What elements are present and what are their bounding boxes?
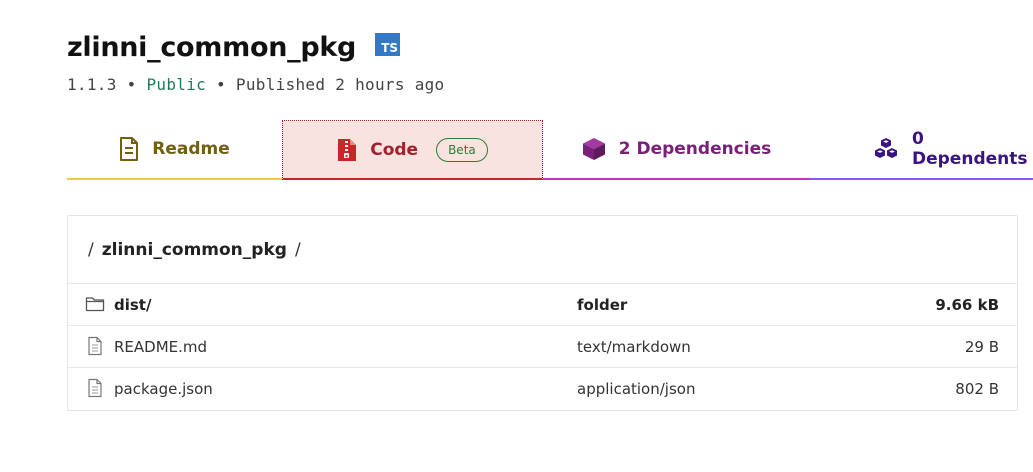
package-header: zlinni_common_pkg TS 1.1.3 • Public • Pu… [67, 28, 445, 94]
file-type: application/json [577, 380, 696, 398]
tab-dependents[interactable]: 0 Dependents [810, 120, 1033, 180]
tab-code[interactable]: Code Beta [282, 120, 543, 180]
package-published: Published 2 hours ago [235, 75, 445, 94]
tab-code-label: Code [370, 139, 419, 160]
breadcrumb-separator: / [88, 239, 94, 260]
file-browser: / zlinni_common_pkg / dist/ folder 9.66 … [67, 215, 1018, 411]
tab-readme-label: Readme [152, 139, 230, 159]
typescript-icon: TS [375, 32, 401, 56]
file-type: text/markdown [577, 337, 691, 356]
package-visibility: Public [146, 75, 207, 94]
file-icon [85, 378, 105, 398]
meta-separator: • [116, 75, 147, 94]
tab-dependents-label: 0 Dependents [912, 129, 1028, 169]
file-row[interactable]: README.md text/markdown 29 B [68, 326, 1017, 368]
file-name[interactable]: dist/ [114, 296, 151, 314]
code-zip-icon [337, 138, 357, 162]
package-name: zlinni_common_pkg [67, 32, 357, 63]
file-icon [85, 336, 105, 356]
box-icon [582, 137, 606, 161]
file-size: 29 B [964, 337, 999, 356]
file-type: folder [577, 295, 628, 314]
package-tabs: Readme Code Beta 2 Dependencies 0 Depend… [67, 120, 1033, 180]
beta-badge: Beta [436, 137, 488, 162]
tab-readme[interactable]: Readme [67, 120, 282, 180]
file-name[interactable]: README.md [114, 338, 207, 356]
package-version: 1.1.3 [67, 75, 117, 94]
package-title-row: zlinni_common_pkg TS [67, 28, 445, 68]
file-size: 9.66 kB [935, 295, 999, 314]
package-meta: 1.1.3 • Public • Published 2 hours ago [67, 75, 445, 94]
breadcrumb-package[interactable]: zlinni_common_pkg [102, 240, 287, 260]
folder-icon [85, 294, 105, 314]
meta-separator: • [206, 75, 236, 94]
file-row[interactable]: dist/ folder 9.66 kB [68, 284, 1017, 326]
file-size: 802 B [955, 380, 999, 398]
breadcrumb: / zlinni_common_pkg / [68, 216, 1017, 284]
readme-icon [119, 137, 139, 161]
file-row[interactable]: package.json application/json 802 B [68, 368, 1017, 410]
tab-dependencies[interactable]: 2 Dependencies [543, 120, 810, 180]
tab-dependencies-label: 2 Dependencies [618, 139, 772, 159]
file-name[interactable]: package.json [114, 380, 213, 398]
boxes-icon [873, 137, 899, 161]
breadcrumb-separator: / [294, 239, 301, 260]
